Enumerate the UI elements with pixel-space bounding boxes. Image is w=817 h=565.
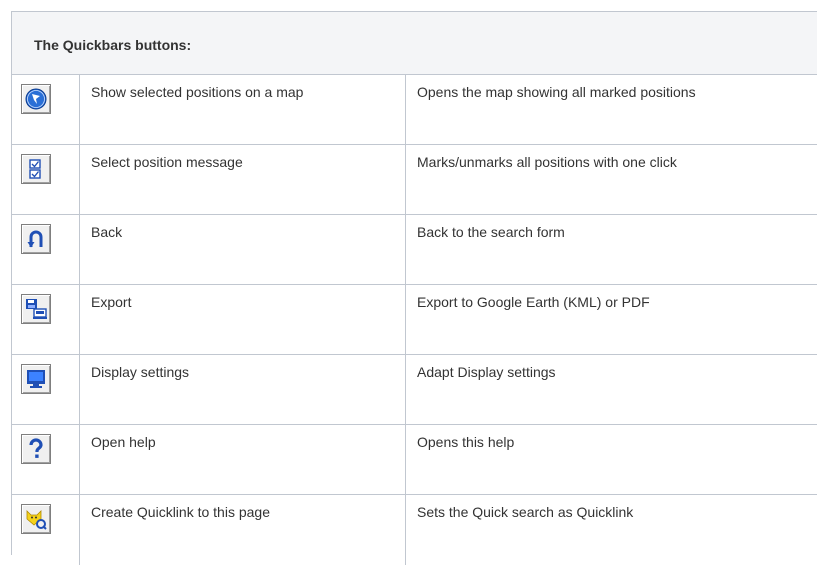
table-row: Show selected positions on a map Opens t…: [12, 75, 817, 145]
back-arrow-icon: [27, 230, 43, 248]
help-question-icon: [29, 438, 43, 458]
table-header: The Quickbars buttons:: [12, 12, 817, 75]
globe-map-icon: [25, 88, 47, 110]
checkbox-select-icon: [29, 159, 41, 179]
name-cell: Show selected positions on a map: [80, 75, 406, 144]
table-row: Back Back to the search form: [12, 215, 817, 285]
quicklink-fox-icon: [26, 510, 47, 530]
button-name: Create Quicklink to this page: [91, 504, 270, 520]
description-cell: Opens this help: [406, 425, 817, 494]
button-name: Back: [91, 224, 123, 240]
icon-cell: [12, 215, 80, 284]
button-name: Display settings: [91, 364, 190, 380]
button-description: Sets the Quick search as Quicklink: [417, 504, 634, 520]
table-header-title: The Quickbars buttons:: [34, 37, 192, 53]
name-cell: Back: [80, 215, 406, 284]
button-description: Opens the map showing all marked positio…: [417, 84, 696, 100]
name-cell: Export: [80, 285, 406, 354]
icon-cell: [12, 285, 80, 354]
monitor-display-icon: [27, 370, 45, 388]
export-button[interactable]: [21, 294, 51, 324]
icon-cell: [12, 75, 80, 144]
show-map-button[interactable]: [21, 84, 51, 114]
description-cell: Export to Google Earth (KML) or PDF: [406, 285, 817, 354]
button-name: Export: [91, 294, 132, 310]
button-name: Select position message: [91, 154, 243, 170]
table-row: Open help Opens this help: [12, 425, 817, 495]
create-quicklink-button[interactable]: [21, 504, 51, 534]
select-positions-button[interactable]: [21, 154, 51, 184]
name-cell: Display settings: [80, 355, 406, 424]
back-button[interactable]: [21, 224, 51, 254]
button-description: Back to the search form: [417, 224, 565, 240]
description-cell: Marks/unmarks all positions with one cli…: [406, 145, 817, 214]
table-row: Export Export to Google Earth (KML) or P…: [12, 285, 817, 355]
icon-cell: [12, 145, 80, 214]
export-icon: [26, 299, 47, 319]
button-description: Opens this help: [417, 434, 515, 450]
table-row: Display settings Adapt Display settings: [12, 355, 817, 425]
description-cell: Back to the search form: [406, 215, 817, 284]
button-description: Adapt Display settings: [417, 364, 556, 380]
button-description: Export to Google Earth (KML) or PDF: [417, 294, 650, 310]
icon-cell: [12, 425, 80, 494]
button-description: Marks/unmarks all positions with one cli…: [417, 154, 677, 170]
open-help-button[interactable]: [21, 434, 51, 464]
table-row: Select position message Marks/unmarks al…: [12, 145, 817, 215]
name-cell: Select position message: [80, 145, 406, 214]
icon-cell: [12, 355, 80, 424]
description-cell: Adapt Display settings: [406, 355, 817, 424]
display-settings-button[interactable]: [21, 364, 51, 394]
quickbars-table: The Quickbars buttons: Show selected pos…: [11, 11, 817, 565]
name-cell: Open help: [80, 425, 406, 494]
description-cell: Opens the map showing all marked positio…: [406, 75, 817, 144]
button-name: Open help: [91, 434, 156, 450]
button-name: Show selected positions on a map: [91, 84, 304, 100]
